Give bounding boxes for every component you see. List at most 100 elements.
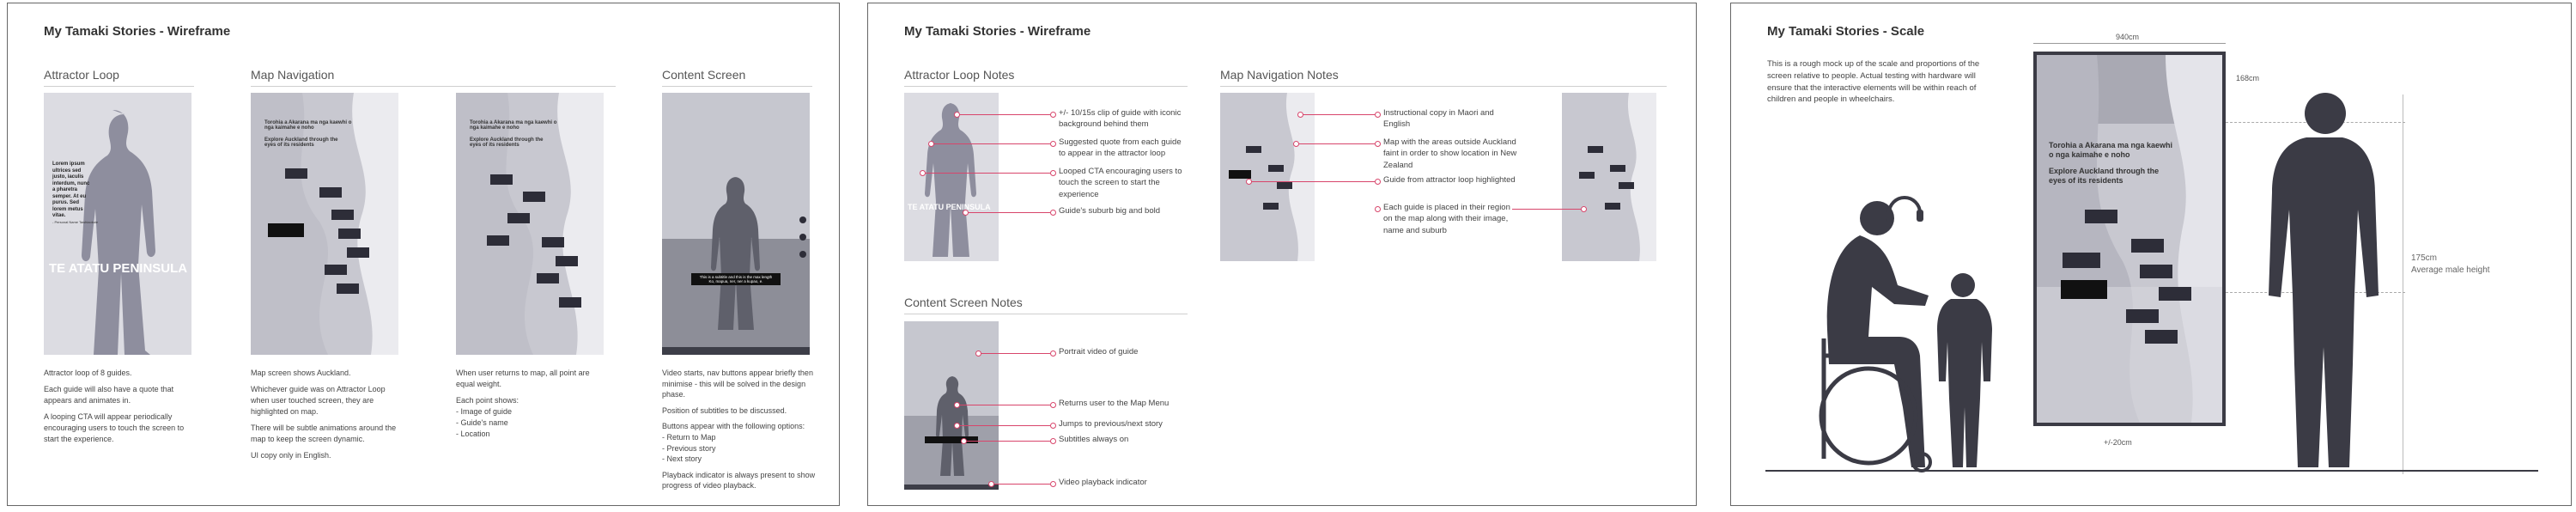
content-note: Portrait video of guide — [1059, 347, 1139, 357]
nav-button[interactable] — [799, 234, 806, 241]
display-screen: Torohia a Akarana ma nga kaewhi o nga ka… — [2033, 52, 2226, 426]
map-guide-pin[interactable] — [1610, 165, 1625, 172]
map-note: Guide from attractor loop highlighted — [1383, 175, 1516, 185]
panel-title: My Tamaki Stories - Scale — [1767, 24, 1925, 39]
section-attractor-loop: Attractor Loop — [44, 68, 119, 82]
map-guide-pin[interactable] — [347, 247, 369, 258]
map-subheading: Explore Auckland through the eyes of its… — [264, 137, 338, 148]
map-guide-pin[interactable] — [537, 273, 559, 283]
section-content-notes: Content Screen Notes — [904, 296, 1023, 309]
map-guide-pin[interactable] — [1229, 170, 1251, 179]
map-guide-pin[interactable] — [2140, 265, 2172, 278]
map-thumbnail — [1220, 93, 1315, 261]
mini-playback-indicator — [904, 485, 999, 490]
map-note: Each guide is placed in their region on … — [1383, 203, 1510, 235]
mini-suburb-label: TE ATATU PENINSULA — [908, 203, 991, 211]
mini-subtitle — [925, 436, 978, 443]
attractor-note: +/- 10/15s clip of guide with iconic bac… — [1059, 108, 1182, 130]
map-guide-pin-highlighted[interactable] — [2061, 280, 2107, 299]
notes-panel: My Tamaki Stories - Wireframe Attractor … — [867, 3, 1697, 506]
screen-heading: Torohia a Akarana ma nga kaewhi o nga ka… — [2049, 141, 2173, 160]
content-video-screen: This is a subtitle and this is the max l… — [662, 93, 810, 355]
attractor-note: Suggested quote from each guide to appea… — [1059, 137, 1182, 159]
map-guide-pin[interactable] — [1246, 146, 1261, 153]
section-attractor-notes: Attractor Loop Notes — [904, 68, 1015, 82]
map-guide-pin[interactable] — [490, 174, 513, 185]
nav-button[interactable] — [799, 251, 806, 258]
map-heading: Torohia a Akarana ma nga kaewhi o nga ka… — [264, 120, 352, 131]
map-guide-pin[interactable] — [285, 168, 307, 179]
headphones-icon — [2298, 196, 2336, 222]
attractor-note: Guide's suburb big and bold — [1059, 206, 1161, 216]
map-guide-pin[interactable] — [319, 187, 342, 198]
top-dimension-label: 168cm — [2236, 74, 2260, 82]
map-return-description: When user returns to map, all point are … — [456, 369, 590, 439]
map-guide-pin[interactable] — [2126, 309, 2159, 323]
map-heading: Torohia a Akarana ma nga kaewhi o nga ka… — [470, 120, 557, 131]
map-guide-pin[interactable] — [338, 229, 361, 239]
section-content-screen: Content Screen — [662, 68, 746, 82]
map-guide-pin[interactable] — [1268, 165, 1284, 172]
map-guide-pin[interactable] — [1588, 146, 1603, 153]
map-description: Map screen shows Auckland. Whichever gui… — [251, 369, 397, 460]
quote-attribution: - Personal Name Tawhiaokoie — [52, 220, 99, 224]
map-guide-pin[interactable] — [2145, 330, 2178, 344]
scale-panel: My Tamaki Stories - Scale This is a roug… — [1730, 3, 2572, 506]
attractor-loop-screen: Lorem ipsum ultrices sed justo, iaculis … — [44, 93, 191, 355]
wireframe-panel: My Tamaki Stories - Wireframe Attractor … — [7, 3, 840, 506]
map-guide-pin[interactable] — [2063, 253, 2100, 268]
content-note: Subtitles always on — [1059, 435, 1129, 444]
content-description: Video starts, nav buttons appear briefly… — [662, 369, 816, 491]
content-note: Returns user to the Map Menu — [1059, 399, 1170, 408]
width-dimension-label: 940cm — [2116, 33, 2140, 41]
child-silhouette — [1937, 273, 1992, 467]
adult-male-silhouette — [2269, 93, 2379, 467]
map-guide-pin[interactable] — [556, 256, 578, 266]
nav-button[interactable] — [799, 216, 806, 223]
map-guide-pin[interactable] — [331, 210, 354, 220]
headphones-icon — [1886, 196, 1923, 222]
map-subheading: Explore Auckland through the eyes of its… — [470, 137, 544, 148]
panel-title: My Tamaki Stories - Wireframe — [44, 24, 231, 39]
map-guide-pin[interactable] — [2131, 239, 2164, 253]
map-guide-pin[interactable] — [559, 297, 581, 308]
map-screen-equal: Torohia a Akarana ma nga kaewhi o nga ka… — [456, 93, 604, 355]
map-guide-pin[interactable] — [337, 283, 359, 294]
map-note: Instructional copy in Maori and English — [1383, 108, 1494, 130]
section-map-navigation: Map Navigation — [251, 68, 335, 82]
screen-subheading: Explore Auckland through the eyes of its… — [2049, 167, 2160, 186]
map-guide-pin[interactable] — [523, 192, 545, 202]
height-dimension-label: 175cm Average male height — [2411, 253, 2490, 275]
map-guide-pin[interactable] — [1619, 182, 1634, 189]
map-screen-highlighted: Torohia a Akarana ma nga kaewhi o nga ka… — [251, 93, 398, 355]
section-map-notes: Map Navigation Notes — [1220, 68, 1339, 82]
subtitle-line: Ko, mapua, ner, ner a kupao, e. — [708, 279, 763, 283]
map-guide-pin[interactable] — [507, 213, 530, 223]
map-guide-pin[interactable] — [487, 235, 509, 246]
map-guide-pin[interactable] — [325, 265, 347, 275]
panel-title: My Tamaki Stories - Wireframe — [904, 24, 1091, 39]
subtitle-box: This is a subtitle and this is the max l… — [691, 273, 781, 285]
scale-intro: This is a rough mock up of the scale and… — [1767, 59, 1980, 105]
map-guide-pin[interactable] — [542, 237, 564, 247]
map-guide-pin[interactable] — [1605, 203, 1620, 210]
map-note: Map with the areas outside Auckland fain… — [1383, 137, 1517, 170]
content-note: Video playback indicator — [1059, 478, 1147, 487]
wheelchair-user-silhouette — [1819, 201, 1932, 472]
playback-indicator[interactable] — [662, 347, 810, 355]
map-guide-pin-highlighted[interactable] — [268, 223, 304, 237]
map-guide-pin[interactable] — [2159, 287, 2191, 301]
map-guide-pin[interactable] — [1263, 203, 1279, 210]
attractor-note: Looped CTA encouraging users to touch th… — [1059, 167, 1182, 199]
content-thumbnail — [904, 321, 999, 490]
map-thumbnail-equal — [1562, 93, 1656, 261]
map-guide-pin[interactable] — [1579, 172, 1595, 179]
width-dimension-line — [2033, 43, 2226, 44]
attractor-quote: Lorem ipsum ultrices sed justo, iaculis … — [52, 162, 90, 218]
attractor-description: Attractor loop of 8 guides. Each guide w… — [44, 369, 185, 444]
suburb-label: TE ATATU PENINSULA — [49, 261, 188, 276]
map-guide-pin[interactable] — [2085, 210, 2117, 223]
map-guide-pin[interactable] — [1277, 182, 1292, 189]
content-note: Jumps to previous/next story — [1059, 419, 1163, 429]
bottom-dimension-label: +/-20cm — [2104, 438, 2132, 447]
